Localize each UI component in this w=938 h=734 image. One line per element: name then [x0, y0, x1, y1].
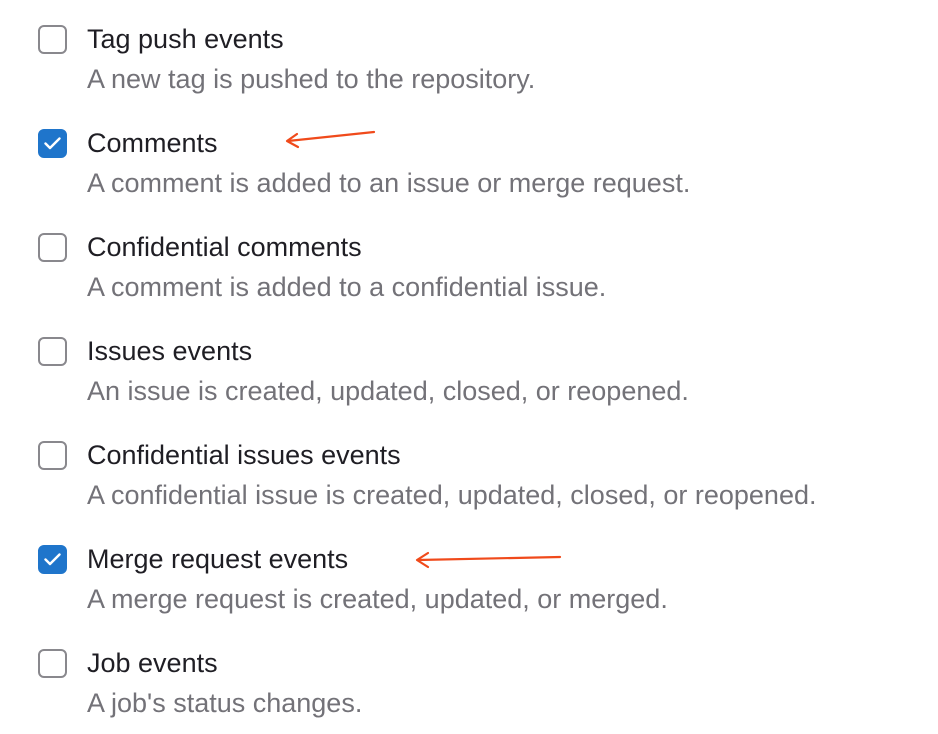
trigger-label: Merge request events [87, 544, 349, 574]
trigger-label: Tag push events [87, 24, 284, 54]
merge-request-events-checkbox[interactable] [38, 545, 67, 574]
issues-events-checkbox[interactable] [38, 337, 67, 366]
job-events-checkbox[interactable] [38, 649, 67, 678]
trigger-merge-request-events[interactable]: Merge request events A merge request is … [38, 540, 918, 630]
trigger-description: A merge request is created, updated, or … [87, 584, 668, 614]
trigger-description: A confidential issue is created, updated… [87, 480, 817, 510]
trigger-confidential-issues-events[interactable]: Confidential issues events A confidentia… [38, 436, 918, 526]
trigger-comments[interactable]: Comments A comment is added to an issue … [38, 124, 918, 214]
confidential-issues-events-checkbox[interactable] [38, 441, 67, 470]
trigger-label: Confidential issues events [87, 440, 401, 470]
trigger-label: Issues events [87, 336, 253, 366]
confidential-comments-checkbox[interactable] [38, 233, 67, 262]
check-icon [44, 553, 61, 566]
tag-push-events-checkbox[interactable] [38, 25, 67, 54]
trigger-label: Comments [87, 128, 218, 158]
trigger-description: A comment is added to an issue or merge … [87, 168, 691, 198]
trigger-issues-events[interactable]: Issues events An issue is created, updat… [38, 332, 918, 422]
trigger-confidential-comments[interactable]: Confidential comments A comment is added… [38, 228, 918, 318]
webhook-trigger-list: Tag push events A new tag is pushed to t… [0, 0, 938, 734]
trigger-description: A new tag is pushed to the repository. [87, 64, 536, 94]
trigger-label: Confidential comments [87, 232, 362, 262]
trigger-description: A job's status changes. [87, 688, 363, 718]
check-icon [44, 137, 61, 150]
comments-checkbox[interactable] [38, 129, 67, 158]
trigger-description: An issue is created, updated, closed, or… [87, 376, 689, 406]
trigger-label: Job events [87, 648, 218, 678]
trigger-tag-push-events[interactable]: Tag push events A new tag is pushed to t… [38, 20, 918, 110]
trigger-job-events[interactable]: Job events A job's status changes. [38, 644, 918, 734]
trigger-description: A comment is added to a confidential iss… [87, 272, 607, 302]
